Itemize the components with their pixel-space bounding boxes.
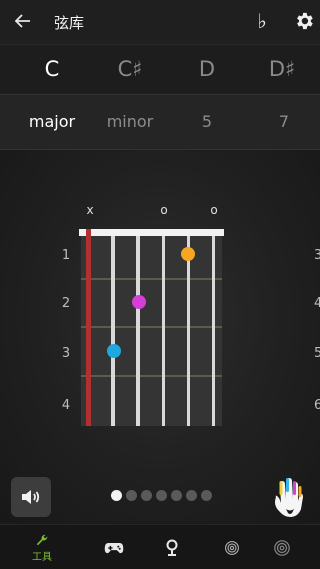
- page-indicator: [111, 490, 212, 502]
- fingerprint-icon: [274, 539, 290, 556]
- nav-item-tools[interactable]: 工具: [14, 525, 70, 569]
- page-dot[interactable]: [171, 490, 182, 501]
- fret-number: 4: [62, 398, 70, 413]
- speaker-icon: [22, 490, 40, 504]
- fret-number: 6: [314, 398, 320, 413]
- wrench-icon: [36, 534, 48, 545]
- finger-dot: [107, 344, 121, 358]
- string: [162, 236, 165, 426]
- page-dot[interactable]: [156, 490, 167, 501]
- gamepad-icon: [104, 542, 124, 553]
- fingerprint-icon: [225, 540, 239, 555]
- hand-icon[interactable]: [270, 475, 306, 521]
- string: [111, 236, 115, 426]
- string-marker: o: [160, 203, 167, 217]
- fret-number: 2: [62, 296, 70, 311]
- page-dot[interactable]: [141, 490, 152, 501]
- bottom-navigation: 工具: [0, 524, 320, 569]
- string: [212, 236, 215, 426]
- string-muted: [86, 229, 91, 426]
- fret-number: 5: [314, 346, 320, 361]
- page-dot[interactable]: [201, 490, 212, 501]
- finger-dot: [181, 247, 195, 261]
- string: [136, 236, 140, 426]
- nav-label: 工具: [32, 551, 52, 563]
- fret-number: 3: [62, 346, 70, 361]
- fret-number: 3: [314, 248, 320, 263]
- fret-number: 1: [62, 248, 70, 263]
- string-marker: x: [86, 203, 93, 217]
- play-sound-button[interactable]: [11, 477, 51, 517]
- finger-dot: [132, 295, 146, 309]
- page-dot[interactable]: [126, 490, 137, 501]
- page-dot[interactable]: [111, 490, 122, 501]
- page-dot[interactable]: [186, 490, 197, 501]
- nav-item-game[interactable]: [86, 525, 142, 569]
- string-marker: o: [210, 203, 217, 217]
- nut: [79, 229, 224, 236]
- nav-item-location[interactable]: [144, 525, 200, 569]
- location-pin-icon: [166, 539, 178, 556]
- string: [187, 236, 190, 426]
- nav-item-more[interactable]: [254, 525, 310, 569]
- fret-number: 4: [314, 296, 320, 311]
- nav-item-fingerprint[interactable]: [204, 525, 260, 569]
